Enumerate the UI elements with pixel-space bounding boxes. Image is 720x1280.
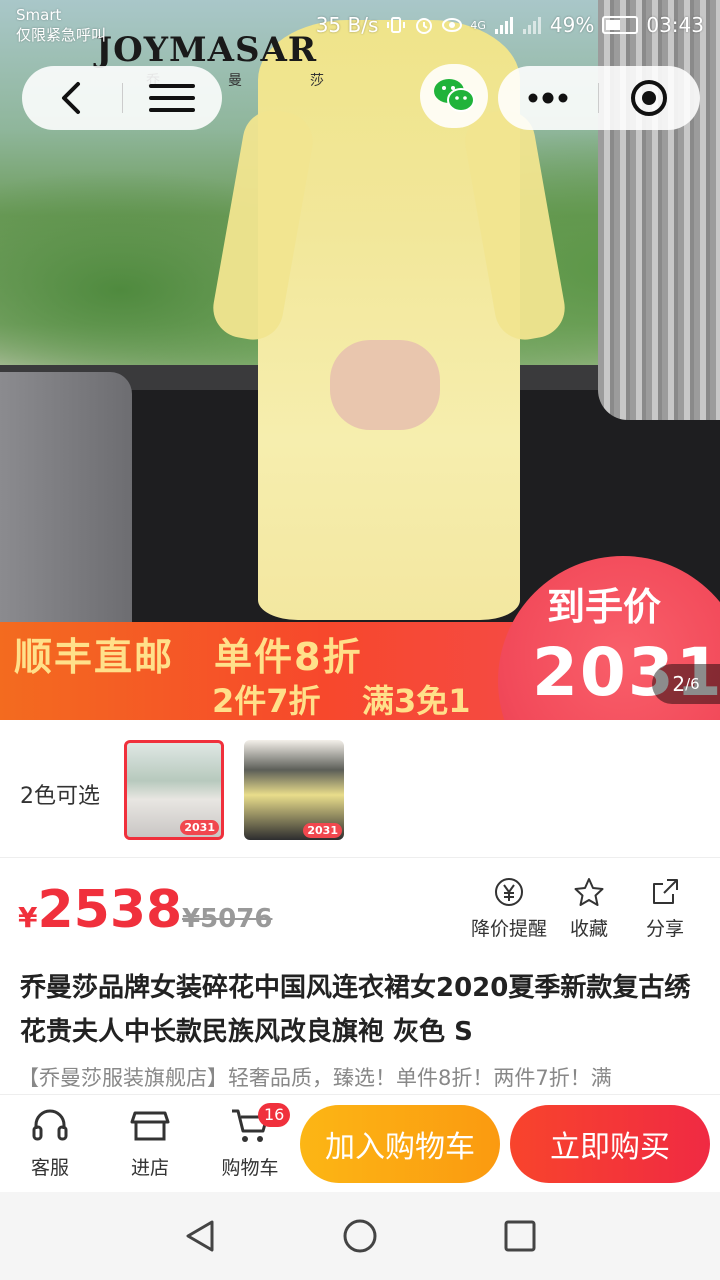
share-button[interactable]: 分享: [622, 876, 708, 941]
current-price: ¥ 2538: [18, 880, 182, 940]
carrier-name: Smart: [16, 6, 62, 24]
promo-two-discount: 2件7折: [212, 682, 321, 720]
store-icon: [130, 1111, 170, 1141]
eye-icon: [442, 18, 463, 32]
share-label: 分享: [645, 918, 684, 940]
nav-capsule: [22, 66, 222, 130]
add-to-cart-button[interactable]: 加入购物车: [300, 1105, 500, 1183]
carousel-current-page: 2: [672, 672, 686, 696]
color-swatch-yellow[interactable]: 2031: [244, 740, 344, 840]
network-speed: 35 B/s: [315, 13, 379, 37]
circle-home-icon: [343, 1219, 377, 1253]
nav-home-button[interactable]: [338, 1214, 382, 1258]
original-price: ¥5076: [182, 904, 273, 934]
square-recents-icon: [504, 1220, 536, 1252]
clock: 03:43: [646, 13, 704, 37]
customer-service-label: 客服: [30, 1157, 69, 1179]
current-price-value: 2538: [37, 880, 183, 940]
swatch-price-tag: 2031: [303, 823, 342, 838]
more-dots-icon: [528, 92, 568, 104]
sofa: [0, 372, 132, 630]
cart-count-badge: 16: [258, 1103, 291, 1127]
wechat-share-button[interactable]: [420, 64, 488, 128]
color-count-label: 2色可选: [20, 784, 100, 809]
swatch-price-tag: 2031: [180, 820, 219, 835]
model-hands: [330, 340, 440, 430]
nav-back-button[interactable]: [178, 1214, 222, 1258]
product-title: 乔曼莎品牌女装碎花中国风连衣裙女2020夏季新款复古绣花贵夫人中长款民族风改良旗…: [20, 973, 691, 1047]
target-circle-icon: [631, 80, 667, 116]
nav-recents-button[interactable]: [498, 1214, 542, 1258]
battery-percent: 49%: [549, 13, 595, 37]
enter-store-button[interactable]: 进店: [110, 1105, 190, 1180]
close-miniprogram-button[interactable]: [599, 66, 699, 130]
final-price-label: 到手价: [547, 585, 662, 629]
color-selector: 2色可选 2031 2031: [0, 720, 720, 858]
cart-label: 购物车: [221, 1157, 279, 1179]
menu-button[interactable]: [123, 66, 223, 130]
price-row: ¥ 2538 ¥5076 降价提醒 收藏 分享: [0, 858, 720, 962]
promo-buy3: 满3免1: [362, 682, 471, 720]
hamburger-menu-icon: [149, 84, 196, 112]
customer-service-button[interactable]: 客服: [10, 1105, 90, 1180]
back-button[interactable]: [22, 66, 122, 130]
emergency-only-text: 仅限紧急呼叫: [16, 26, 107, 44]
currency-symbol: ¥: [18, 901, 38, 934]
share-icon: [653, 879, 678, 904]
product-description: 【乔曼莎服装旗舰店】轻奢品质，臻选！单件8折！两件7折！满: [18, 1066, 612, 1090]
battery-icon: [602, 16, 639, 34]
headset-icon: [32, 1109, 68, 1141]
price-alert-label: 降价提醒: [470, 918, 547, 940]
signal-icon: [494, 17, 513, 34]
status-icons: 35 B/s 4G 49% 03:43: [316, 12, 704, 38]
back-arrow-icon: [61, 82, 80, 114]
price-alert-button[interactable]: 降价提醒: [466, 876, 552, 941]
product-detail-page: JOYMASAR 乔曼莎 顺丰直邮 单件8折 2件7折 满3免1 到手价 203…: [0, 0, 720, 1280]
status-bar: Smart 仅限紧急呼叫 35 B/s 4G 49% 03:43: [0, 0, 720, 50]
favorite-label: 收藏: [569, 918, 608, 940]
miniprogram-capsule: [498, 66, 700, 130]
color-swatch-gray[interactable]: 2031: [124, 740, 224, 840]
enter-store-label: 进店: [130, 1157, 169, 1179]
signal-2-icon: [522, 17, 541, 34]
triangle-back-icon: [186, 1220, 214, 1252]
yen-circle-icon: [495, 878, 523, 906]
star-icon: [574, 878, 604, 906]
promo-shipping: 顺丰直邮: [14, 635, 175, 679]
bottom-action-bar: 客服 进店 购物车 16 加入购物车 立即购买: [0, 1094, 720, 1192]
more-button[interactable]: [498, 66, 598, 130]
carousel-page-indicator: 2/6: [652, 664, 720, 704]
carousel-total-pages: /6: [685, 675, 700, 693]
vibrate-icon: [387, 17, 406, 33]
favorite-button[interactable]: 收藏: [546, 876, 632, 941]
alarm-icon: [416, 18, 433, 34]
curtain: [598, 0, 720, 420]
wechat-icon: [434, 79, 475, 112]
system-navigation-bar: [0, 1192, 720, 1280]
buy-now-button[interactable]: 立即购买: [510, 1105, 710, 1183]
network-type: 4G: [470, 18, 486, 32]
promo-single-discount: 单件8折: [214, 635, 363, 679]
